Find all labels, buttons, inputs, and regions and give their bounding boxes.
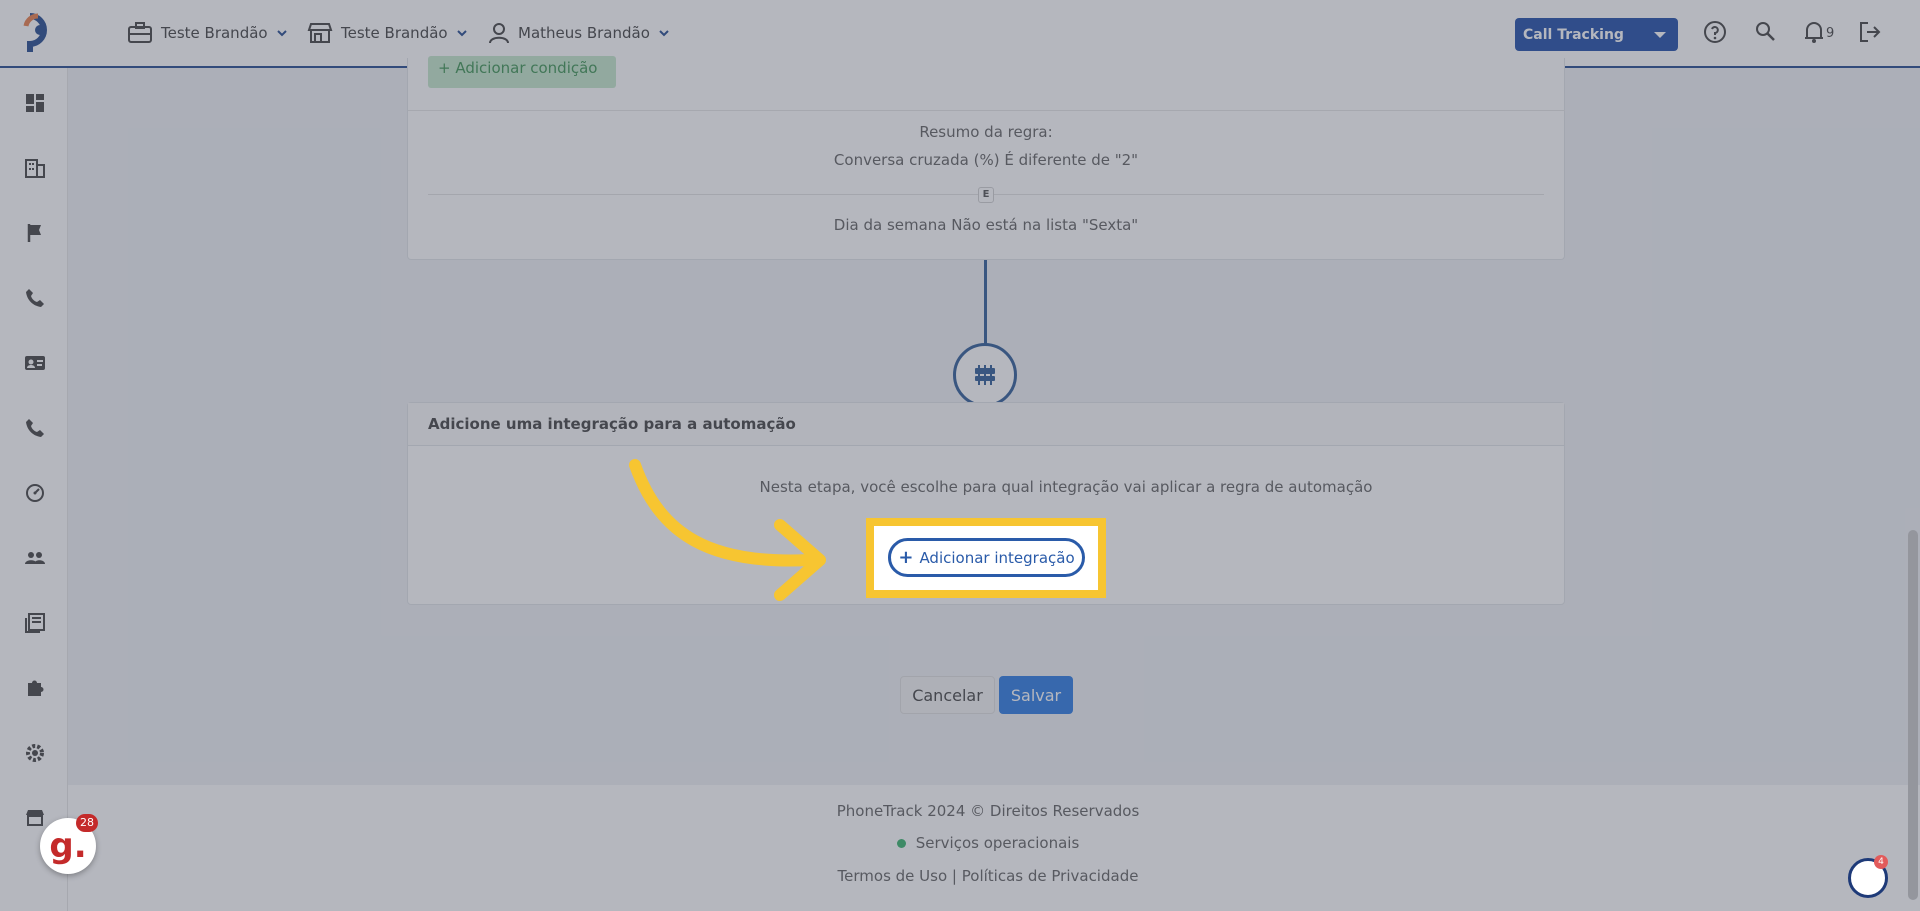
book-icon[interactable] (24, 612, 46, 634)
flag-icon[interactable] (24, 222, 46, 244)
chevron-down-icon (276, 30, 287, 37)
gear-icon[interactable] (24, 742, 46, 764)
puzzle-icon[interactable] (24, 677, 46, 699)
plug-icon (975, 365, 995, 385)
company-menu-label: Teste Brandão (161, 24, 268, 42)
rule-condition-1: Conversa cruzada (%) É diferente de "2" (833, 151, 1139, 169)
status-text: Serviços operacionais (915, 834, 1080, 852)
rule-summary-title: Resumo da regra: (919, 123, 1053, 141)
store-menu[interactable]: Teste Brandão (307, 22, 468, 44)
phone-icon[interactable] (24, 287, 46, 309)
privacy-link[interactable]: Políticas de Privacidade (962, 867, 1139, 885)
rule-condition-2: Dia da semana Não está na lista "Sexta" (833, 216, 1139, 234)
save-button[interactable]: Salvar (999, 676, 1073, 714)
add-integration-button[interactable]: + Adicionar integração (888, 538, 1085, 577)
add-integration-label: Adicionar integração (919, 548, 1075, 567)
and-badge: E (978, 187, 994, 203)
user-menu-label: Matheus Brandão (518, 24, 650, 42)
briefcase-icon (128, 22, 152, 43)
status-dot (896, 839, 906, 848)
bell-icon[interactable] (1803, 20, 1825, 44)
flow-connector (984, 260, 987, 344)
store-icon[interactable] (24, 807, 46, 829)
tutorial-arrow-icon (629, 459, 826, 601)
cancel-button[interactable]: Cancelar (900, 676, 995, 714)
dashboard-icon[interactable] (24, 92, 46, 114)
speedometer-icon[interactable] (24, 482, 46, 504)
integration-description: Nesta etapa, você escolhe para qual inte… (759, 478, 1373, 496)
building-icon[interactable] (24, 157, 46, 179)
integration-card-title: Adicione uma integração para a automação (408, 403, 1564, 446)
g-widget-count: 28 (76, 814, 98, 832)
chevron-down-icon (659, 30, 669, 37)
caret-down-icon (1654, 32, 1666, 38)
integration-node (953, 343, 1017, 407)
divider (408, 110, 1565, 111)
chat-widget-count: 4 (1874, 855, 1888, 869)
footer: PhoneTrack 2024 © Direitos Reservados Se… (68, 785, 1920, 911)
sidebar (0, 68, 68, 911)
footer-separator: | (951, 867, 957, 885)
add-condition-button[interactable]: + Adicionar condição (428, 56, 616, 88)
scrollbar[interactable] (1908, 530, 1918, 900)
user-menu[interactable]: Matheus Brandão (488, 22, 670, 44)
store-icon (307, 23, 333, 43)
terms-link[interactable]: Termos de Uso (838, 867, 948, 885)
footer-status: Serviços operacionais (68, 834, 1908, 852)
phonetrack-logo[interactable] (22, 12, 58, 54)
footer-copyright: PhoneTrack 2024 © Direitos Reservados (836, 802, 1140, 820)
footer-links: Termos de Uso | Políticas de Privacidade (68, 867, 1908, 885)
contact-card-icon[interactable] (24, 352, 46, 374)
product-selector[interactable]: Call Tracking (1515, 18, 1678, 51)
users-icon[interactable] (24, 547, 46, 569)
chevron-down-icon (456, 30, 467, 37)
logout-icon[interactable] (1858, 20, 1882, 44)
search-icon[interactable] (1754, 20, 1776, 42)
help-icon[interactable] (1703, 20, 1727, 44)
store-menu-label: Teste Brandão (341, 24, 448, 42)
plus-icon: + (898, 547, 914, 568)
user-icon (489, 23, 509, 44)
notification-count: 9 (1826, 26, 1835, 41)
phone-icon[interactable] (24, 417, 46, 439)
product-selector-label: Call Tracking (1523, 26, 1624, 43)
company-menu[interactable]: Teste Brandão (127, 22, 288, 44)
